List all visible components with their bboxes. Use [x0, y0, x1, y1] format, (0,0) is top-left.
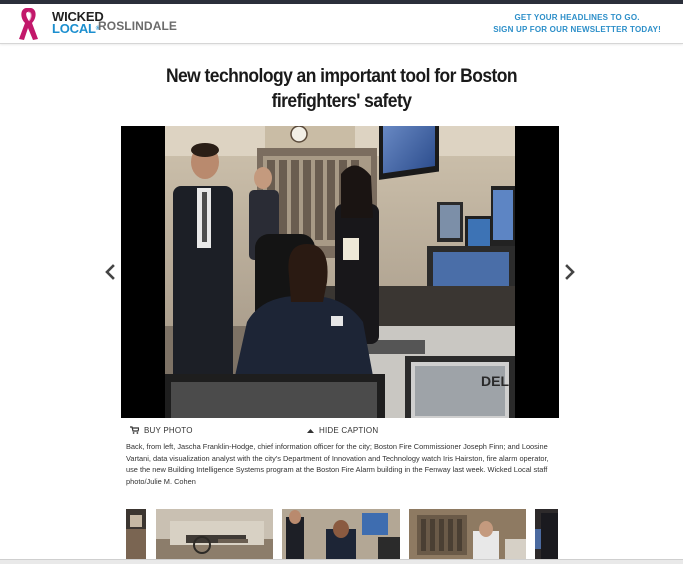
gallery-main-photo-frame: DELL	[121, 126, 559, 418]
gallery-thumbnail-strip	[126, 509, 558, 561]
thumbnail-image	[535, 509, 558, 561]
caret-up-icon	[307, 429, 314, 433]
dispatch-room-photo: DELL	[165, 126, 515, 418]
gallery-main-photo[interactable]: DELL	[165, 126, 515, 418]
pink-ribbon-icon	[19, 8, 38, 40]
logo-town-name: ROSLINDALE	[98, 19, 177, 33]
buy-photo-button[interactable]: BUY PHOTO	[130, 426, 193, 435]
buy-photo-label: BUY PHOTO	[144, 426, 193, 435]
next-photo-button[interactable]	[563, 262, 577, 282]
gallery-thumbnail[interactable]	[409, 509, 526, 561]
cart-icon	[130, 426, 139, 434]
previous-photo-button[interactable]	[103, 262, 117, 282]
thumbnail-image	[156, 509, 273, 561]
logo-wordmark: WICKED LOCAL®	[52, 10, 104, 36]
chevron-left-icon	[105, 264, 115, 280]
newsletter-promo-link[interactable]: GET YOUR HEADLINES TO GO. SIGN UP FOR OU…	[493, 12, 661, 36]
site-logo[interactable]: WICKED LOCAL® ROSLINDALE	[16, 6, 177, 42]
logo-local-text: LOCAL	[52, 21, 96, 36]
bottom-scroll-edge	[0, 559, 683, 564]
gallery-thumbnail[interactable]	[535, 509, 558, 561]
gallery-thumbnail[interactable]	[156, 509, 273, 561]
thumbnail-image	[409, 509, 526, 561]
svg-text:DELL: DELL	[481, 373, 515, 389]
thumbnail-image	[126, 509, 146, 561]
hide-caption-label: HIDE CAPTION	[319, 426, 379, 435]
chevron-right-icon	[565, 264, 575, 280]
thumbnail-image	[282, 509, 400, 561]
site-header: WICKED LOCAL® ROSLINDALE GET YOUR HEADLI…	[0, 4, 683, 44]
hide-caption-button[interactable]: HIDE CAPTION	[307, 426, 378, 435]
gallery-thumbnail[interactable]	[126, 509, 146, 561]
promo-line-2: SIGN UP FOR OUR NEWSLETTER TODAY!	[493, 25, 661, 34]
gallery-thumbnail[interactable]	[282, 509, 400, 561]
promo-line-1: GET YOUR HEADLINES TO GO.	[514, 13, 640, 22]
article-title: New technology an important tool for Bos…	[165, 66, 518, 112]
photo-caption: Back, from left, Jascha Franklin-Hodge, …	[126, 442, 549, 486]
